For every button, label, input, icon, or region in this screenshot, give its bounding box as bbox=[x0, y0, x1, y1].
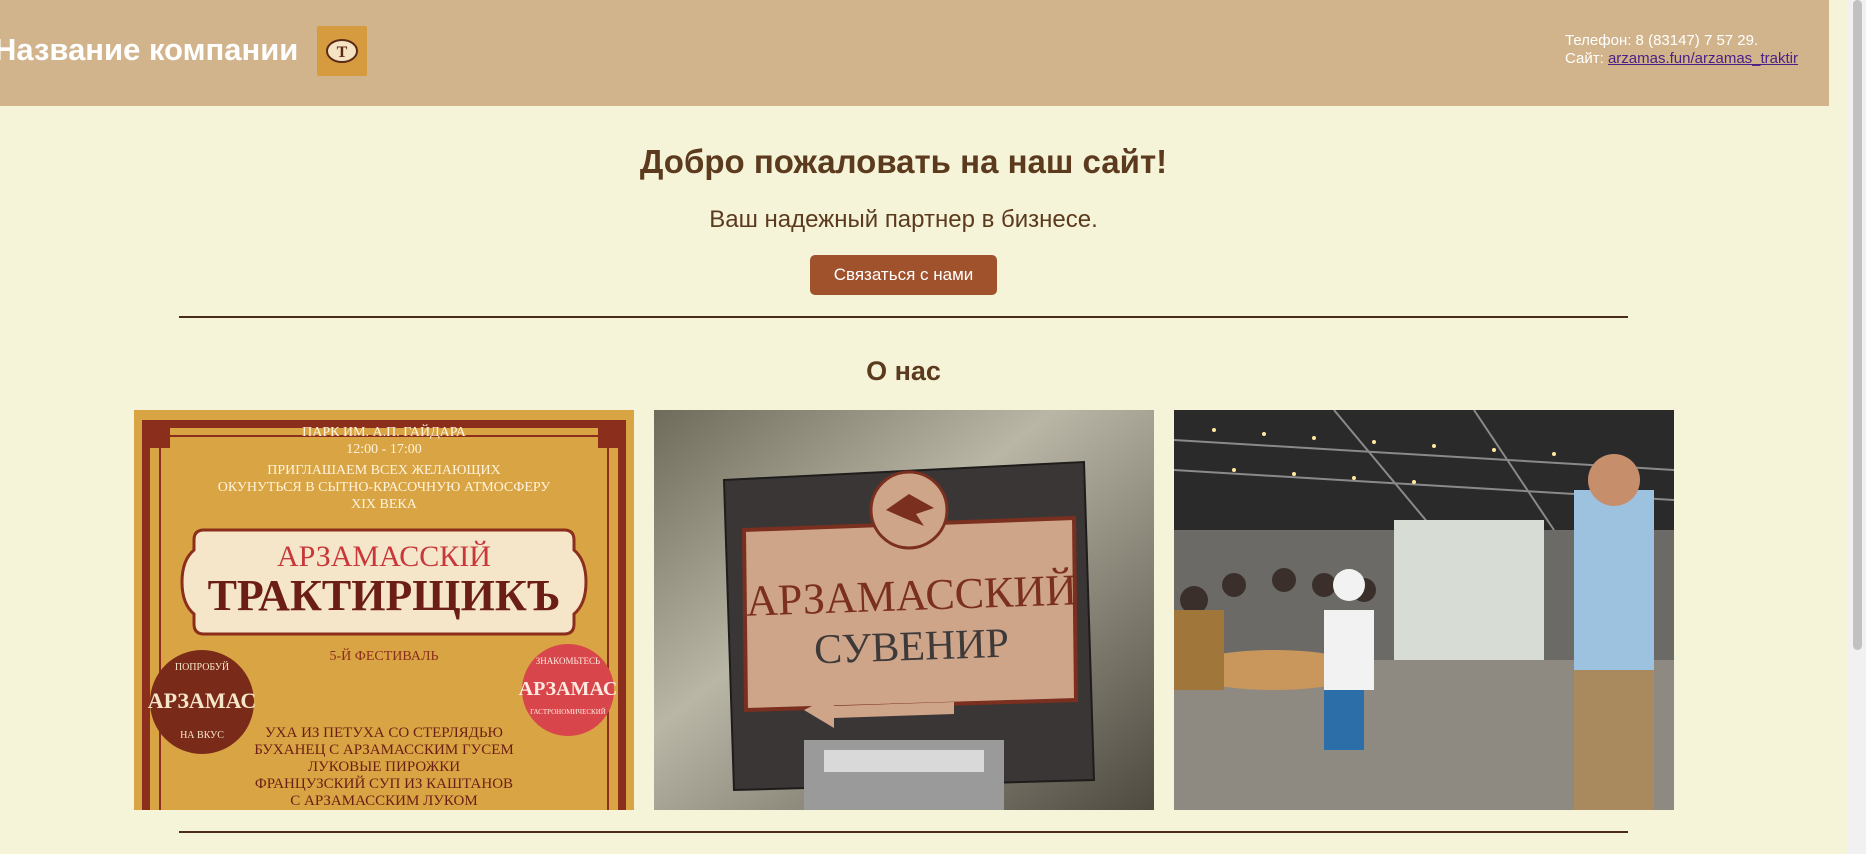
site-header: Название компании Т Телефон: 8 (83147) 7… bbox=[0, 0, 1829, 106]
poster-menu-3: ЛУКОВЫЕ ПИРОЖКИ bbox=[308, 759, 460, 775]
contact-us-button[interactable]: Связаться с нами bbox=[810, 255, 997, 295]
badge-left-bottom: НА ВКУС bbox=[180, 730, 224, 741]
poster-text-2: 12:00 - 17:00 bbox=[346, 442, 421, 457]
scrollbar-thumb[interactable] bbox=[1853, 0, 1862, 650]
sign-text-2: СУВЕНИР bbox=[813, 621, 1009, 674]
poster-brand-1: АРЗАМАССКІЙ bbox=[277, 540, 491, 573]
company-logo: Т bbox=[317, 26, 367, 76]
poster-brand-2: ТРАКТИРЩИКЪ bbox=[208, 571, 561, 620]
poster-menu-1: УХА ИЗ ПЕТУХА СО СТЕРЛЯДЬЮ bbox=[265, 725, 503, 741]
poster-text-3: ПРИГЛАШАЕМ ВСЕХ ЖЕЛАЮЩИХ bbox=[267, 463, 500, 478]
badge-left-top: ПОПРОБУЙ bbox=[175, 661, 229, 673]
company-name: Название компании bbox=[0, 32, 299, 67]
scrollbar-track[interactable] bbox=[1848, 0, 1866, 854]
badge-left-main: АРЗАМАС bbox=[148, 688, 257, 713]
site-line: Сайт: arzamas.fun/arzamas_traktir bbox=[1565, 50, 1815, 68]
poster-festival: 5-Й ФЕСТИВАЛЬ bbox=[330, 647, 439, 664]
about-title: О нас bbox=[866, 356, 941, 386]
welcome-title: Добро пожаловать на наш сайт! bbox=[639, 143, 1168, 180]
divider-bottom bbox=[179, 831, 1628, 833]
poster-menu-4: ФРАНЦУЗСКИЙ СУП ИЗ КАШТАНОВ bbox=[255, 775, 513, 792]
site-link[interactable]: arzamas.fun/arzamas_traktir bbox=[1608, 50, 1798, 67]
gallery-image-event bbox=[1174, 410, 1674, 810]
gallery-image-sign: АРЗАМАССКИЙ СУВЕНИР bbox=[654, 410, 1154, 810]
badge-right-top: ЗНАКОМЬТЕСЬ bbox=[536, 656, 600, 666]
site-label: Сайт: bbox=[1565, 50, 1608, 67]
badge-right-main: АРЗАМАС bbox=[519, 678, 618, 700]
contacts-block: Телефон: 8 (83147) 7 57 29. Сайт: arzama… bbox=[1565, 32, 1815, 68]
gallery-image-poster: ПАРК ИМ. А.П. ГАЙДАРА 12:00 - 17:00 ПРИГ… bbox=[134, 410, 634, 810]
divider-top bbox=[179, 316, 1628, 318]
badge-right-bottom: ГАСТРОНОМИЧЕСКИЙ bbox=[530, 708, 606, 716]
poster-menu-5: С АРЗАМАССКИМ ЛУКОМ bbox=[290, 793, 477, 809]
poster-text-5: XIX ВЕКА bbox=[351, 497, 418, 512]
tavern-logo-icon: Т bbox=[326, 39, 358, 63]
poster-text-4: ОКУНУТЬСЯ В СЫТНО-КРАСОЧНУЮ АТМОСФЕРУ bbox=[218, 480, 551, 495]
poster-text-1: ПАРК ИМ. А.П. ГАЙДАРА bbox=[302, 423, 467, 440]
logo-letter: Т bbox=[337, 44, 348, 61]
tagline: Ваш надежный партнер в бизнесе. bbox=[709, 206, 1098, 233]
phone-text: Телефон: 8 (83147) 7 57 29. bbox=[1565, 32, 1759, 49]
poster-menu-2: БУХАНЕЦ С АРЗАМАССКИМ ГУСЕМ bbox=[254, 742, 514, 758]
